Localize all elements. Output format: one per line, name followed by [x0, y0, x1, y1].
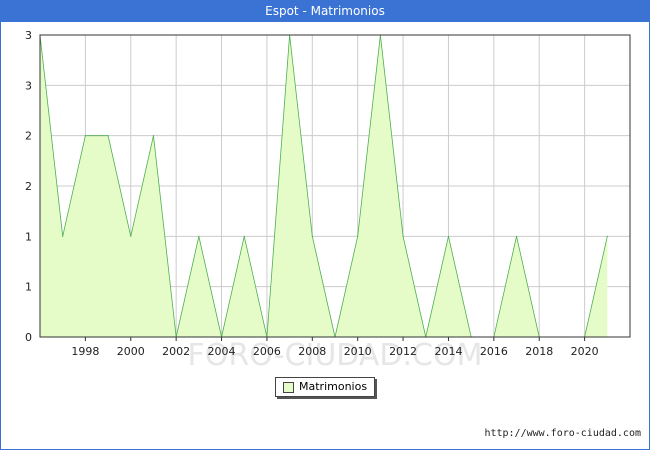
source-link[interactable]: http://www.foro-ciudad.com: [484, 428, 641, 439]
legend-swatch: [283, 382, 294, 393]
legend: Matrimonios: [275, 377, 375, 397]
data-point: [130, 235, 132, 237]
x-tick-label: 1998: [71, 345, 99, 358]
data-point: [357, 235, 359, 237]
x-tick-label: 2012: [389, 345, 417, 358]
x-tick-label: 2002: [162, 345, 190, 358]
x-tick-label: 2006: [253, 345, 281, 358]
data-point: [62, 235, 64, 237]
y-tick-label: 0: [25, 331, 32, 344]
data-point: [84, 135, 86, 137]
x-tick-label: 2010: [344, 345, 372, 358]
y-tick-label: 2: [25, 130, 32, 143]
legend-label: Matrimonios: [299, 380, 368, 393]
x-tick-label: 2016: [480, 345, 508, 358]
x-tick-label: 2020: [571, 345, 599, 358]
x-tick-label: 2008: [298, 345, 326, 358]
x-tick-label: 2000: [117, 345, 145, 358]
data-point: [515, 235, 518, 237]
x-tick-label: 2004: [208, 345, 236, 358]
data-point: [198, 235, 200, 237]
y-tick-label: 2: [25, 180, 32, 193]
x-tick-label: 2014: [434, 345, 462, 358]
y-tick-label: 1: [25, 281, 32, 294]
x-tick-label: 2018: [525, 345, 553, 358]
data-point: [606, 235, 608, 237]
data-point: [402, 235, 404, 237]
y-axis-ticks: 0 1 1 2 2 3 3: [25, 29, 32, 344]
y-tick-label: 3: [25, 29, 32, 42]
data-point: [152, 135, 155, 137]
data-point: [447, 235, 450, 237]
data-point: [243, 235, 245, 237]
y-tick-label: 3: [25, 79, 32, 92]
data-point: [311, 235, 313, 237]
y-tick-label: 1: [25, 230, 32, 243]
data-point: [107, 135, 109, 137]
